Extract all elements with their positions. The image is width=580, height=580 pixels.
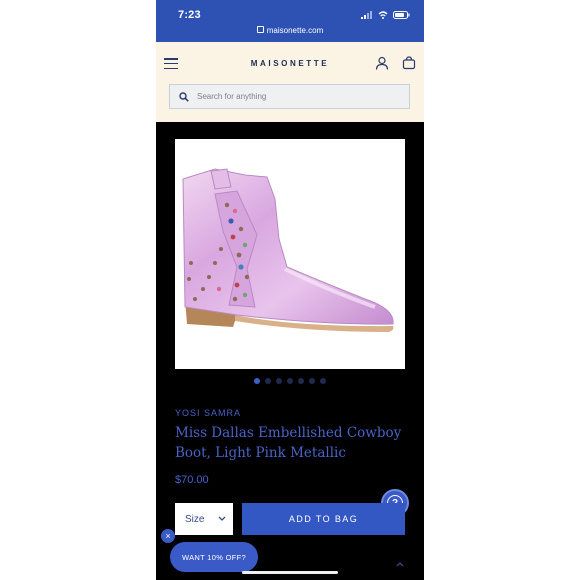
gallery-dot[interactable] <box>276 378 282 384</box>
wifi-icon <box>378 11 388 19</box>
home-indicator <box>242 571 338 574</box>
gallery-dot[interactable] <box>254 378 260 384</box>
product-brand[interactable]: YOSI SAMRA <box>175 408 241 418</box>
search-icon <box>179 91 189 102</box>
address-bar[interactable]: maisonette.com <box>156 26 424 35</box>
phone-screen: 7:23 maisonette.com MAISONETTE Search fo… <box>156 0 424 580</box>
size-select[interactable]: Size <box>175 503 233 535</box>
size-label: Size <box>185 513 205 525</box>
gallery-dot[interactable] <box>287 378 293 384</box>
battery-icon <box>393 11 410 19</box>
search-input[interactable] <box>195 91 399 102</box>
chevron-down-icon <box>218 516 226 521</box>
discount-promo-button[interactable]: WANT 10% OFF? <box>170 542 258 572</box>
site-header: MAISONETTE <box>156 42 424 122</box>
gallery-dot[interactable] <box>265 378 271 384</box>
lock-icon <box>256 26 264 33</box>
chevron-up-icon[interactable] <box>396 561 404 567</box>
bag-icon[interactable] <box>402 56 416 70</box>
product-price: $70.00 <box>175 474 209 486</box>
search-bar[interactable] <box>169 84 410 109</box>
status-time: 7:23 <box>178 9 201 21</box>
signal-icon <box>361 11 372 19</box>
status-bar: 7:23 maisonette.com <box>156 0 424 42</box>
add-to-bag-button[interactable]: ADD TO BAG <box>242 503 405 535</box>
gallery-pagination <box>156 378 424 384</box>
close-icon[interactable]: × <box>161 529 175 543</box>
status-icons <box>361 11 410 19</box>
gallery-dot[interactable] <box>320 378 326 384</box>
gallery-dot[interactable] <box>309 378 315 384</box>
account-icon[interactable] <box>375 56 389 70</box>
url-text: maisonette.com <box>266 26 324 35</box>
gallery-dot[interactable] <box>298 378 304 384</box>
product-image[interactable] <box>175 139 405 369</box>
product-title: Miss Dallas Embellished Cowboy Boot, Lig… <box>175 425 402 461</box>
